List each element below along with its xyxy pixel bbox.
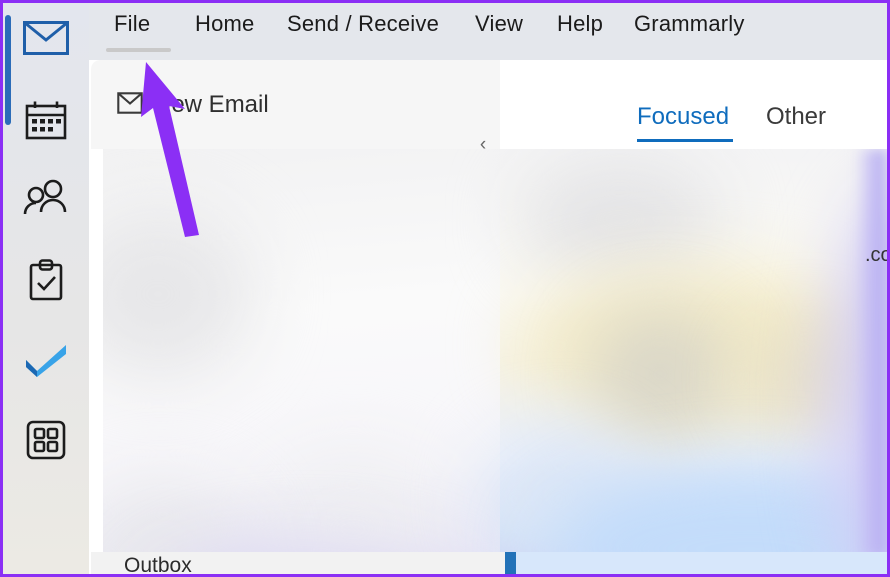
new-message-icon xyxy=(117,91,143,119)
tab-home[interactable]: Home xyxy=(195,11,255,37)
message-list-header: Focused Other By Da xyxy=(500,60,887,149)
people-icon xyxy=(22,179,70,222)
status-bar-marker xyxy=(505,552,516,574)
sidebar-item-calendar[interactable] xyxy=(3,91,89,153)
status-bar-fill xyxy=(505,552,887,574)
new-email-label: New Email xyxy=(154,91,269,118)
sidebar-item-more-apps[interactable] xyxy=(3,411,89,473)
collapse-pane-button[interactable]: ‹ xyxy=(470,131,496,157)
outbox-folder-label[interactable]: Outbox xyxy=(124,554,192,574)
right-edge-haze xyxy=(855,149,887,557)
tab-grammarly[interactable]: Grammarly xyxy=(634,11,745,37)
mail-module: .co ed New Email ‹ Focused Other xyxy=(91,60,887,574)
tab-send-receive[interactable]: Send / Receive xyxy=(287,11,439,37)
tab-help[interactable]: Help xyxy=(557,11,603,37)
sidebar-item-people[interactable] xyxy=(3,169,89,231)
chevron-left-icon: ‹ xyxy=(479,133,487,155)
tasks-icon xyxy=(27,258,65,306)
tab-view[interactable]: View xyxy=(475,11,523,37)
new-email-button[interactable]: New Email xyxy=(117,91,269,119)
blurred-folder-pane xyxy=(103,149,500,557)
sidebar-item-tasks[interactable] xyxy=(3,251,89,313)
ribbon-tab-bar: File Home Send / Receive View Help Gramm… xyxy=(89,3,887,60)
status-bar: Outbox xyxy=(91,552,887,574)
pivot-other[interactable]: Other xyxy=(766,103,826,131)
calendar-icon xyxy=(25,100,67,145)
more-apps-icon xyxy=(26,420,66,465)
sidebar-item-mail[interactable] xyxy=(3,9,89,71)
blurred-content-area xyxy=(103,149,887,557)
tab-file-underline xyxy=(106,48,171,52)
app-rail xyxy=(3,3,89,574)
sidebar-item-to-do[interactable] xyxy=(3,331,89,393)
pivot-focused[interactable]: Focused xyxy=(637,103,729,131)
outlook-window: File Home Send / Receive View Help Gramm… xyxy=(0,0,890,577)
pivot-focused-underline xyxy=(637,139,733,142)
tab-file[interactable]: File xyxy=(114,11,150,37)
reading-pane-address-fragment: .co xyxy=(865,244,887,266)
compose-header: New Email ‹ xyxy=(91,60,500,154)
mail-icon xyxy=(23,20,69,60)
to-do-icon xyxy=(22,343,70,382)
blurred-reading-pane xyxy=(480,149,887,557)
